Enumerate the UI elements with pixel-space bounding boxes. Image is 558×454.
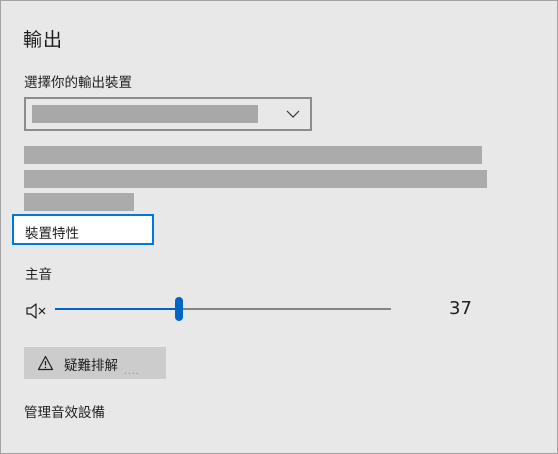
- output-device-dropdown[interactable]: [24, 97, 312, 131]
- slider-thumb[interactable]: [175, 297, 184, 321]
- redacted-text-line: [24, 170, 487, 188]
- warning-icon: [37, 355, 54, 371]
- device-properties-link[interactable]: 裝置特性: [12, 214, 154, 245]
- redacted-text-line: [24, 146, 482, 164]
- manage-sound-devices-link[interactable]: 管理音效設備: [24, 401, 105, 421]
- device-properties-label: 裝置特性: [25, 226, 79, 242]
- volume-value: 37: [449, 298, 472, 319]
- slider-fill: [55, 308, 180, 310]
- redacted-text-line: [24, 193, 134, 211]
- speaker-mute-icon[interactable]: [25, 301, 49, 321]
- page-title: 輸出: [23, 29, 64, 51]
- troubleshoot-ellipsis: ....: [124, 367, 140, 377]
- master-volume-slider[interactable]: [53, 293, 393, 327]
- troubleshoot-button[interactable]: 疑難排解 ....: [24, 347, 166, 379]
- troubleshoot-label: 疑難排解: [64, 358, 118, 374]
- master-volume-label: 主音: [25, 267, 52, 283]
- chevron-down-icon: [286, 110, 300, 118]
- output-settings-panel: 輸出 選擇你的輸出裝置 裝置特性 主音 37 疑難排解 .... 管理音效設備: [0, 0, 558, 454]
- output-device-label: 選擇你的輸出裝置: [24, 75, 132, 91]
- redacted-device-name: [32, 105, 258, 123]
